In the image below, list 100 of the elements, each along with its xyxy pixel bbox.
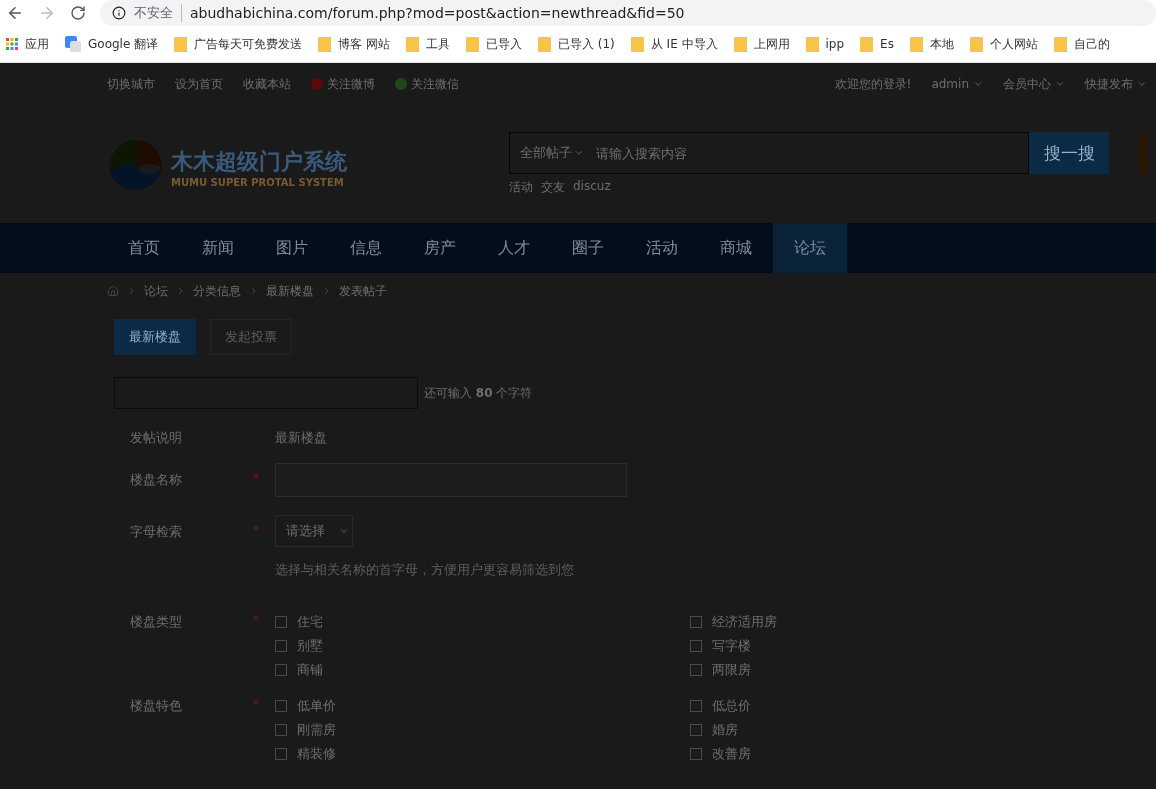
checkbox-option[interactable]: 低单价: [275, 697, 690, 715]
nav-item[interactable]: 新闻: [181, 223, 255, 273]
caret-icon: [1137, 79, 1147, 89]
nav-item[interactable]: 活动: [625, 223, 699, 273]
bookmark[interactable]: 从 IE 中导入: [650, 35, 718, 53]
required-icon: [253, 525, 259, 531]
bookmark[interactable]: 上网用: [753, 35, 790, 53]
nav-item[interactable]: 商城: [699, 223, 773, 273]
checkbox[interactable]: [275, 616, 287, 628]
hot-keyword[interactable]: 交友: [541, 179, 565, 196]
checkbox[interactable]: [690, 640, 702, 652]
required-icon: [253, 615, 259, 621]
address-bar[interactable]: 不安全 abudhabichina.com/forum.php?mod=post&action=newthread&fid=50: [100, 0, 1156, 26]
folder-icon: [174, 36, 188, 52]
checkbox-option[interactable]: 写字楼: [690, 637, 890, 655]
checkbox-option[interactable]: 精装修: [275, 745, 690, 763]
breadcrumb-link[interactable]: 最新楼盘: [266, 282, 314, 300]
checkbox-option[interactable]: 低总价: [690, 697, 890, 715]
folder-icon: [805, 36, 819, 52]
bookmark[interactable]: 本地: [929, 35, 954, 53]
checkbox-option[interactable]: 改善房: [690, 745, 890, 763]
caret-icon: [339, 526, 349, 536]
bookmark[interactable]: 广告每天可免费发送: [194, 35, 303, 53]
hint-text: 选择与相关名称的首字母，方便用户更容易筛选到您: [275, 561, 574, 579]
home-icon[interactable]: [107, 285, 119, 297]
char-count-text: 还可输入 80 个字符: [424, 384, 533, 402]
bookmark[interactable]: 工具: [425, 35, 450, 53]
tab[interactable]: 最新楼盘: [114, 319, 196, 355]
follow-link[interactable]: 关注微博: [327, 75, 375, 93]
bookmark[interactable]: 已导入 (1): [557, 35, 615, 53]
search-button[interactable]: 搜一搜: [1029, 132, 1109, 174]
folder-icon: [318, 36, 332, 52]
logo-subtitle: MUMU SUPER PROTAL SYSTEM: [171, 176, 345, 188]
checkbox[interactable]: [275, 748, 287, 760]
top-link[interactable]: 欢迎您的登录!: [834, 75, 912, 93]
required-icon: [253, 699, 259, 705]
folder-icon: [969, 36, 983, 52]
bookmark[interactable]: Es: [880, 37, 894, 51]
folder-icon: [733, 36, 747, 52]
field-label: 发帖说明: [129, 429, 183, 447]
tab[interactable]: 发起投票: [210, 319, 292, 355]
hot-keyword[interactable]: discuz: [573, 179, 611, 196]
checkbox[interactable]: [690, 748, 702, 760]
bookmark[interactable]: 已导入: [485, 35, 522, 53]
top-link[interactable]: 收藏本站: [243, 75, 291, 93]
wechat-icon: [395, 78, 407, 90]
checkbox-option[interactable]: 住宅: [275, 613, 690, 631]
folder-icon: [537, 36, 551, 52]
breadcrumb-link[interactable]: 分类信息: [193, 282, 241, 300]
checkbox[interactable]: [275, 640, 287, 652]
checkbox-option[interactable]: 别墅: [275, 637, 690, 655]
nav-item[interactable]: 论坛: [773, 223, 847, 273]
checkbox-option[interactable]: 商铺: [275, 661, 690, 679]
checkbox-option[interactable]: 两限房: [690, 661, 890, 679]
reload-icon[interactable]: [70, 5, 86, 21]
checkbox[interactable]: [690, 724, 702, 736]
top-link[interactable]: 设为首页: [175, 75, 223, 93]
nav-item[interactable]: 图片: [255, 223, 329, 273]
nav-item[interactable]: 信息: [329, 223, 403, 273]
breadcrumb-link[interactable]: 发表帖子: [339, 282, 387, 300]
follow-link[interactable]: 关注微信: [411, 75, 459, 93]
apps-icon: [6, 38, 18, 50]
nav-item[interactable]: 房产: [403, 223, 477, 273]
nav-item[interactable]: 圈子: [551, 223, 625, 273]
top-menu[interactable]: 会员中心: [1003, 75, 1065, 93]
caret-icon: [1055, 79, 1065, 89]
select-field[interactable]: 请选择: [275, 515, 353, 547]
folder-icon: [405, 36, 419, 52]
checkbox[interactable]: [690, 664, 702, 676]
bookmark[interactable]: 博客 网站: [338, 35, 390, 53]
separator-icon: [178, 287, 183, 295]
bookmark[interactable]: ipp: [825, 37, 845, 51]
bookmark[interactable]: 应用: [25, 35, 49, 53]
forward-icon[interactable]: [38, 4, 56, 22]
checkbox-option[interactable]: 刚需房: [275, 721, 690, 739]
separator-icon: [129, 287, 134, 295]
nav-item[interactable]: 首页: [107, 223, 181, 273]
bookmark[interactable]: 自己的: [1073, 35, 1110, 53]
bookmark[interactable]: 个人网站: [989, 35, 1038, 53]
back-icon[interactable]: [6, 4, 24, 22]
logo-title: 木木超级门户系统: [171, 147, 347, 176]
separator-icon: [324, 287, 329, 295]
checkbox-option[interactable]: 经济适用房: [690, 613, 890, 631]
folder-icon: [1053, 36, 1067, 52]
checkbox[interactable]: [275, 724, 287, 736]
hot-keyword[interactable]: 活动: [509, 179, 533, 196]
top-menu[interactable]: 快捷发布: [1085, 75, 1147, 93]
top-menu[interactable]: admin: [931, 77, 983, 91]
checkbox[interactable]: [690, 700, 702, 712]
checkbox[interactable]: [275, 664, 287, 676]
breadcrumb-link[interactable]: 论坛: [144, 282, 168, 300]
top-link[interactable]: 切换城市: [107, 75, 155, 93]
checkbox[interactable]: [275, 700, 287, 712]
url-text: abudhabichina.com/forum.php?mod=post&action=newthread&fid=50: [190, 5, 685, 21]
nav-item[interactable]: 人才: [477, 223, 551, 273]
checkbox-option[interactable]: 婚房: [690, 721, 890, 739]
bookmark[interactable]: Google 翻译: [88, 35, 159, 53]
required-icon: [253, 473, 259, 479]
checkbox[interactable]: [690, 616, 702, 628]
folder-icon: [909, 36, 923, 52]
